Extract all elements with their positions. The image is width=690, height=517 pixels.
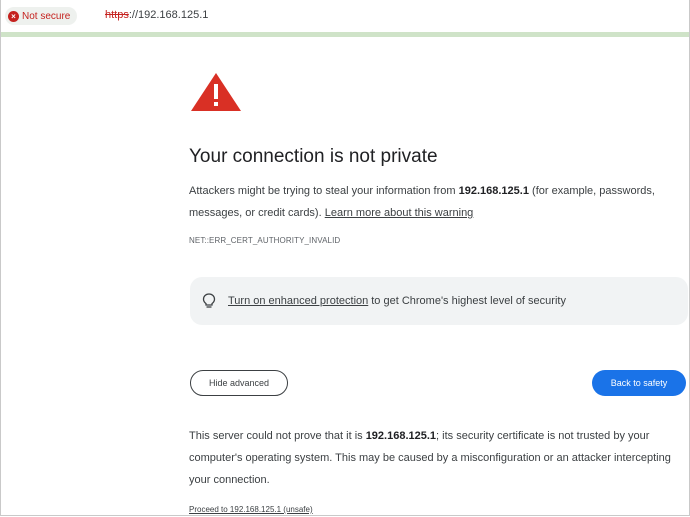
url-host: ://192.168.125.1 bbox=[128, 9, 209, 21]
lightbulb-icon bbox=[202, 293, 216, 308]
intro-text: Attackers might be trying to steal your … bbox=[189, 185, 459, 197]
details-text: This server could not prove that it is bbox=[189, 430, 366, 442]
not-secure-label: Not secure bbox=[22, 10, 71, 22]
warning-triangle-icon bbox=[191, 73, 241, 111]
learn-more-link[interactable]: Learn more about this warning bbox=[325, 207, 474, 219]
not-secure-icon: × bbox=[8, 10, 19, 22]
intro-paragraph: Attackers might be trying to steal your … bbox=[189, 180, 685, 224]
back-to-safety-button[interactable]: Back to safety bbox=[592, 370, 686, 396]
proceed-unsafe-link[interactable]: Proceed to 192.168.125.1 (unsafe) bbox=[189, 505, 313, 514]
details-paragraph: This server could not prove that it is 1… bbox=[189, 425, 685, 491]
intro-host: 192.168.125.1 bbox=[458, 185, 529, 197]
url-scheme: https bbox=[105, 9, 129, 21]
error-code: NET::ERR_CERT_AUTHORITY_INVALID bbox=[189, 236, 341, 245]
details-host: 192.168.125.1 bbox=[365, 430, 437, 442]
enhanced-protection-box: Turn on enhanced protection to get Chrom… bbox=[190, 277, 688, 325]
enhanced-protection-link[interactable]: Turn on enhanced protection bbox=[228, 295, 368, 307]
url-field[interactable]: https://192.168.125.1 bbox=[105, 9, 208, 21]
enhanced-protection-text: to get Chrome's highest level of securit… bbox=[371, 295, 566, 307]
address-bar: × Not secure https://192.168.125.1 bbox=[1, 0, 689, 37]
hide-advanced-button[interactable]: Hide advanced bbox=[190, 370, 288, 396]
not-secure-chip[interactable]: × Not secure bbox=[5, 7, 78, 25]
browser-window: × Not secure https://192.168.125.1 Your … bbox=[0, 0, 690, 516]
page-title: Your connection is not private bbox=[189, 146, 438, 167]
